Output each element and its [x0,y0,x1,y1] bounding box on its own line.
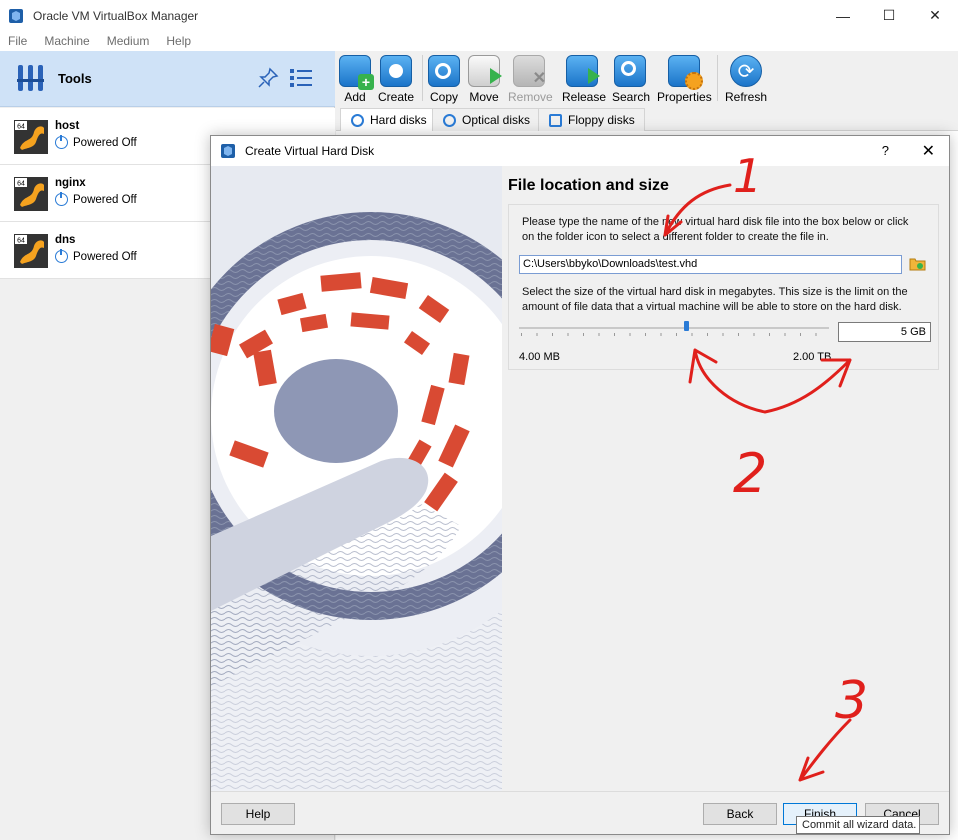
dialog-close-button[interactable]: ✕ [922,141,935,161]
maximize-button[interactable]: ☐ [866,0,912,31]
power-icon [55,249,68,263]
dialog-title: Create Virtual Hard Disk [245,144,375,158]
remove-button[interactable]: ✕ Remove [508,55,553,104]
size-slider-ticks [521,333,831,336]
toolbar-separator [422,55,423,101]
media-toolbar: + Add Create Copy Move ✕ Remove Release … [336,51,958,107]
add-label: Add [344,90,366,104]
release-button[interactable]: Release [562,55,606,104]
refresh-label: Refresh [724,90,768,104]
move-label: Move [469,90,499,104]
size-slider-thumb[interactable] [684,321,690,331]
copy-button[interactable]: Copy [427,55,461,104]
wizard-page: File location and size Please type the n… [502,166,949,791]
virtualbox-icon [9,8,23,23]
vm-os-icon: 64 [14,120,48,154]
media-tabs: Hard disks Optical disks Floppy disks [336,107,958,131]
copy-label: Copy [429,90,458,104]
create-label: Create [377,90,415,104]
vm-state-label: Powered Off [73,250,137,263]
copy-icon [428,55,460,87]
properties-button[interactable]: Properties [657,55,712,104]
properties-icon [668,55,703,90]
create-icon [380,55,412,87]
vm-name: dns [55,234,76,246]
location-size-group: Please type the name of the new virtual … [508,204,939,370]
size-min-label: 4.00 MB [519,351,560,363]
floppy-disk-icon [549,113,562,127]
window-title: Oracle VM VirtualBox Manager [33,8,199,23]
size-max-label: 2.00 TB [793,351,832,363]
vm-state: Powered Off [55,192,137,206]
properties-label: Properties [657,90,712,104]
vm-name: nginx [55,177,86,189]
vm-badge: 64 [17,238,25,245]
move-icon [468,55,502,87]
finish-tooltip: Commit all wizard data. [796,816,920,834]
release-label: Release [562,90,607,104]
tab-label: Hard disks [370,113,427,127]
hard-disk-icon [351,113,364,127]
menu-bar: File Machine Medium Help [0,31,958,51]
power-icon [55,192,68,206]
optical-disk-icon [443,113,456,127]
size-input[interactable]: 5 GB [838,322,931,342]
pin-icon[interactable] [256,66,280,90]
minimize-button[interactable]: — [820,0,866,31]
back-button[interactable]: Back [703,803,777,825]
toolbar-separator [717,55,718,101]
vm-state: Powered Off [55,135,137,149]
refresh-icon: ⟳ [730,55,762,87]
file-path-input[interactable]: C:\Users\bbyko\Downloads\test.vhd [519,255,902,274]
menu-machine[interactable]: Machine [44,34,89,48]
menu-file[interactable]: File [8,34,27,48]
menu-help[interactable]: Help [166,34,191,48]
tools-label: Tools [58,71,92,86]
tab-label: Floppy disks [568,113,635,127]
vm-os-icon: 64 [14,234,48,268]
refresh-button[interactable]: ⟳ Refresh [724,55,768,104]
search-label: Search [612,90,651,104]
move-button[interactable]: Move [467,55,502,104]
create-button[interactable]: Create [377,55,415,104]
menu-medium[interactable]: Medium [107,34,150,48]
power-icon [55,135,68,149]
release-icon [566,55,600,87]
title-bar: Oracle VM VirtualBox Manager — ☐ ✕ [0,0,958,31]
vm-name: host [55,120,80,132]
dialog-title-bar: Create Virtual Hard Disk ? ✕ [211,136,949,166]
add-button[interactable]: + Add [338,55,374,104]
add-icon: + [339,55,374,90]
tab-hard-disks[interactable]: Hard disks [340,108,437,131]
menu-list-icon[interactable] [288,65,314,91]
location-description: Please type the name of the new virtual … [522,216,909,243]
search-button[interactable]: Search [612,55,651,104]
folder-icon[interactable] [909,256,926,271]
size-description: Select the size of the virtual hard disk… [522,286,908,313]
wizard-hard-disk-illustration [211,166,502,791]
remove-label: Remove [508,90,553,104]
vm-os-icon: 64 [14,177,48,211]
vm-badge: 64 [17,181,25,188]
page-title: File location and size [508,177,669,194]
vm-state-label: Powered Off [73,136,137,149]
tab-floppy-disks[interactable]: Floppy disks [538,108,645,131]
tab-label: Optical disks [462,113,531,127]
tools-item[interactable]: Tools [0,51,335,107]
create-virtual-hard-disk-dialog: Create Virtual Hard Disk ? ✕ File locati… [210,135,950,835]
tab-optical-disks[interactable]: Optical disks [432,108,541,131]
close-button[interactable]: ✕ [912,0,958,31]
dialog-help-button[interactable]: ? [882,143,889,158]
vm-state: Powered Off [55,249,137,263]
remove-icon: ✕ [513,55,546,87]
virtualbox-icon [221,144,235,158]
vm-state-label: Powered Off [73,193,137,206]
tools-icon [17,64,44,91]
vm-badge: 64 [17,124,25,131]
search-icon [614,55,646,87]
help-button[interactable]: Help [221,803,295,825]
size-slider-track[interactable] [519,327,829,329]
